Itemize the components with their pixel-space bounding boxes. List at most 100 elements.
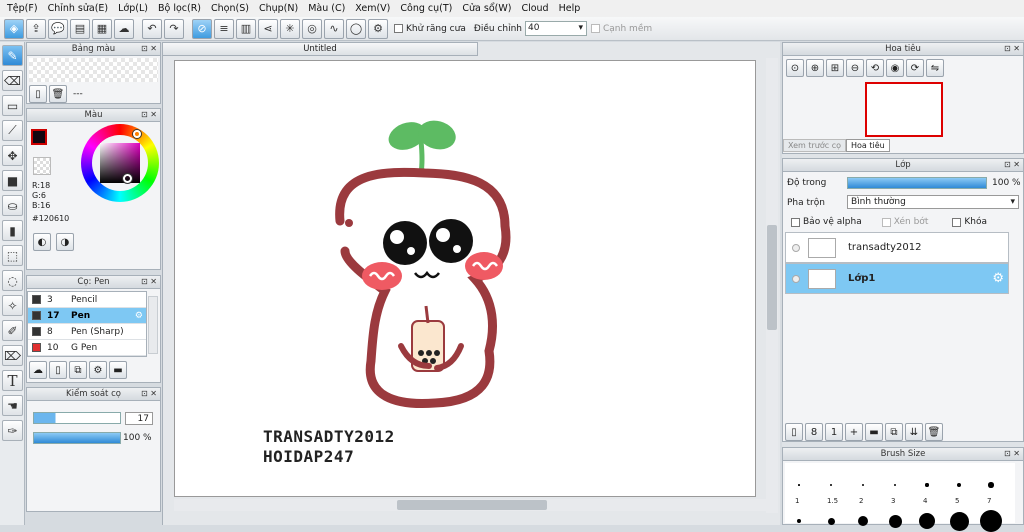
brush-size-dot-large[interactable] [888,514,902,528]
snap-circle-icon[interactable]: ◎ [302,18,322,39]
panel-close-icon[interactable]: ⊡ ✕ [1004,448,1020,460]
app-icon[interactable]: ◈ [4,18,24,39]
blend-select[interactable]: Bình thường ▾ [847,195,1019,209]
panel-close-icon[interactable]: ⊡ ✕ [141,276,157,288]
panel-close-icon[interactable]: ⊡ ✕ [141,109,157,121]
gradient-tool-icon[interactable]: ▮ [2,220,23,241]
foreground-swatch[interactable] [31,129,47,145]
brush-row[interactable]: 3 Pencil [28,292,146,308]
canvas-vertical-thumb[interactable] [767,225,777,330]
export-icon[interactable]: ⇪ [26,18,46,39]
layer-settings-icon[interactable]: ⚙ [992,271,1004,286]
panel-close-icon[interactable]: ⊡ ✕ [141,388,157,400]
transparent-swatch[interactable] [33,157,51,175]
brush-folder-icon[interactable]: ▬ [109,361,127,379]
brush-row[interactable]: 17 Pen ⚙ [28,308,146,324]
chat-icon[interactable]: 💬 [48,18,68,39]
rect-select-tool-icon[interactable]: ▭ [2,95,23,116]
layer-row[interactable]: transadty2012 [785,232,1009,263]
brush-size-dot-large[interactable] [949,511,969,531]
canvas-horizontal-thumb[interactable] [397,500,547,510]
tab-brush-preview[interactable]: Xem trước cọ [783,139,847,152]
rotate-left-icon[interactable]: ⟲ [866,59,884,77]
color-palette-icon[interactable]: ◑ [55,233,74,251]
zoom-fit-icon[interactable]: ⊙ [786,59,804,77]
select-eraser-tool-icon[interactable]: ⌦ [2,345,23,366]
lock-checkbox[interactable] [952,217,962,227]
menu-item[interactable]: Tệp(F) [7,3,38,14]
canvas-paper[interactable]: TRANSADTY2012 HOIDAP247 [174,60,756,497]
menu-item[interactable]: Bộ lọc(R) [158,3,201,14]
brush-size-grid[interactable]: 1 1.5 2 3 4 5 7 [785,463,1015,532]
brush-list-scrollbar[interactable] [148,296,158,354]
brush-size-dot[interactable] [830,484,832,486]
line-tool-icon[interactable]: ⟋ [2,120,23,141]
menu-item[interactable]: Xem(V) [355,3,390,14]
smooth-checkbox[interactable] [590,24,600,33]
clip-checkbox[interactable] [881,217,891,227]
undo-icon[interactable]: ↶ [142,18,162,39]
brush-size-dot[interactable] [861,483,865,487]
bucket-tool-icon[interactable]: ⛀ [2,195,23,216]
add-layer-menu-icon[interactable]: + [845,423,863,441]
snap-perspective-icon[interactable]: ⋖ [258,18,278,39]
menu-item[interactable]: Cửa sổ(W) [462,3,511,14]
menu-item[interactable]: Chụp(N) [259,3,298,14]
brush-settings-icon[interactable]: ⚙ [135,311,143,321]
comment-icon[interactable]: ▤ [70,18,90,39]
redo-icon[interactable]: ↷ [164,18,184,39]
snap-settings-icon[interactable]: ⚙ [368,18,388,39]
brush-size-dot[interactable] [893,483,897,487]
brush-size-dot[interactable] [798,484,800,486]
brush-settings-icon[interactable]: ⚙ [89,361,107,379]
zoom-in-icon[interactable]: ⊕ [806,59,824,77]
saturation-square[interactable] [100,143,140,183]
document-tab[interactable]: Untitled [162,42,478,56]
select-tool-icon[interactable]: ⬚ [2,245,23,266]
size-slider[interactable] [33,412,121,424]
delete-layer-icon[interactable]: 🗑 [925,423,943,441]
brush-copy-icon[interactable]: ⧉ [69,361,87,379]
new-layer-8bit-icon[interactable]: 8 [805,423,823,441]
color-mode-icon[interactable]: ◐ [33,233,51,251]
hand-tool-icon[interactable]: ☚ [2,395,23,416]
size-value[interactable]: 17 [125,412,153,425]
adjust-select[interactable]: 40 ▾ [524,21,587,36]
brush-new-icon[interactable]: ▯ [49,361,67,379]
brush-tool-icon[interactable]: ✎ [2,45,23,66]
brush-size-dot-large[interactable] [980,510,1002,532]
snap-off-icon[interactable]: ⊘ [192,18,212,39]
text-tool-icon[interactable]: T [2,370,23,391]
menu-item[interactable]: Chỉnh sửa(E) [48,3,109,14]
brush-size-dot[interactable] [988,482,994,488]
lasso-tool-icon[interactable]: ◌ [2,270,23,291]
grid-icon[interactable]: ▦ [92,18,112,39]
merge-layer-icon[interactable]: ⇊ [905,423,923,441]
brush-row[interactable]: 10 G Pen [28,340,146,356]
navigator-preview[interactable] [865,82,943,137]
brush-size-dot-large[interactable] [919,513,935,529]
brush-size-dot-large[interactable] [797,519,801,523]
snap-curve-icon[interactable]: ∿ [324,18,344,39]
panel-close-icon[interactable]: ⊡ ✕ [141,43,157,55]
menu-item[interactable]: Màu (C) [308,3,345,14]
snap-lines-icon[interactable]: ≡ [214,18,234,39]
opacity-slider[interactable] [33,432,121,444]
snap-radial-icon[interactable]: ✳ [280,18,300,39]
flip-icon[interactable]: ⇋ [926,59,944,77]
visibility-icon[interactable] [792,243,800,252]
fill-rect-tool-icon[interactable]: ■ [2,170,23,191]
delete-palette-icon[interactable]: 🗑 [49,85,67,103]
tab-navigator[interactable]: Hoa tiêu [846,139,890,152]
brush-row[interactable]: 8 Pen (Sharp) [28,324,146,340]
eyedropper-tool-icon[interactable]: ✑ [2,420,23,441]
snap-grid-icon[interactable]: ▥ [236,18,256,39]
palette-swatches[interactable] [29,58,158,82]
menu-item[interactable]: Help [559,3,581,14]
cloud-save-icon[interactable]: ☁ [114,18,134,39]
menu-item[interactable]: Lớp(L) [118,3,148,14]
new-folder-icon[interactable]: ▬ [865,423,883,441]
layer-row[interactable]: Lớp1 ⚙ [785,263,1009,294]
brush-size-dot[interactable] [925,483,929,487]
antialias-checkbox[interactable] [394,24,403,33]
